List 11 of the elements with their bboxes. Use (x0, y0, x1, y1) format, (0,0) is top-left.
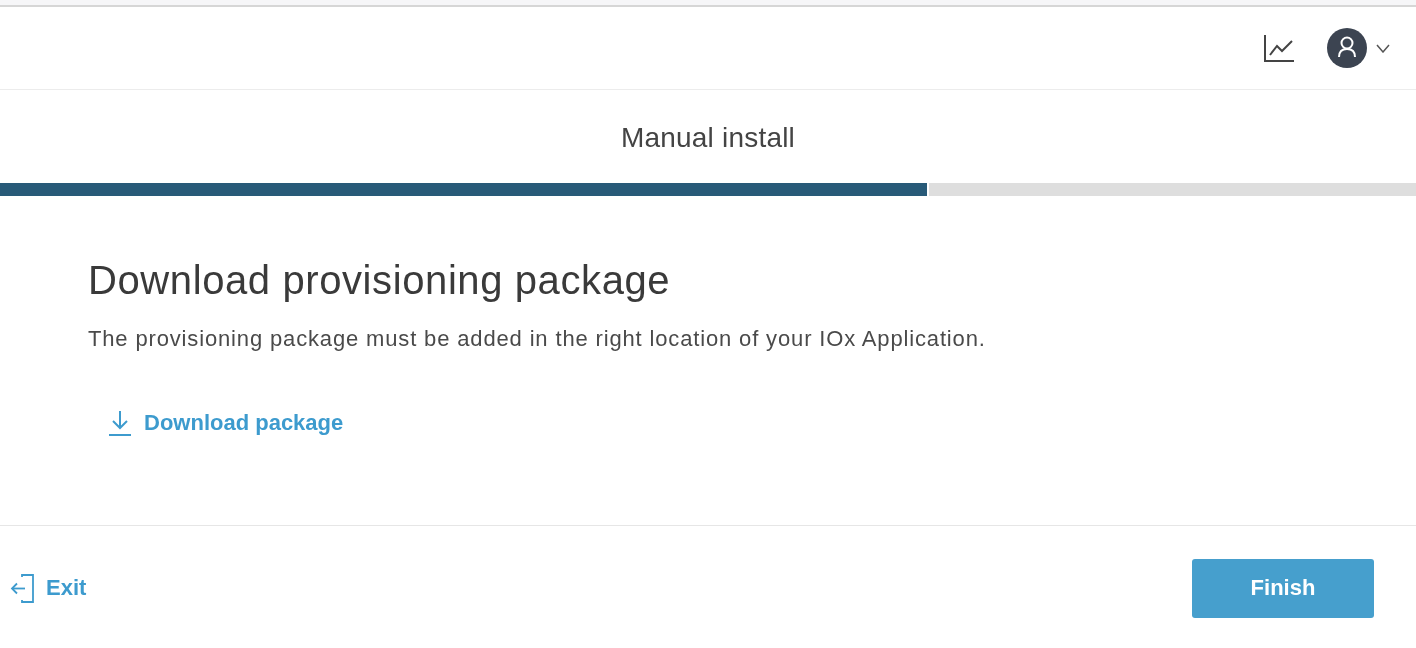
section-description: The provisioning package must be added in the right location of your IOx Application. (88, 326, 986, 352)
exit-link[interactable]: Exit (10, 573, 87, 603)
download-icon (108, 410, 132, 436)
avatar-icon[interactable] (1327, 28, 1367, 68)
exit-icon (10, 573, 34, 603)
section-heading: Download provisioning package (88, 257, 671, 304)
wizard-title: Manual install (621, 121, 795, 154)
caret-icon[interactable] (1376, 43, 1390, 53)
chart-icon[interactable] (1263, 34, 1295, 62)
finish-button[interactable]: Finish (1192, 558, 1374, 618)
download-link[interactable]: Download package (108, 408, 344, 438)
